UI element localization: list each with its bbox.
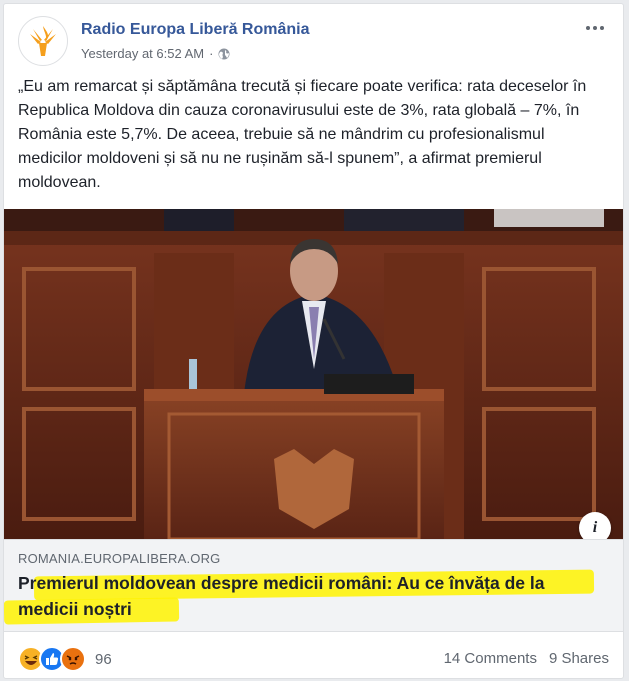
- page-avatar[interactable]: [18, 16, 68, 66]
- info-button[interactable]: i: [579, 512, 611, 539]
- rfe-torch-logo-icon: [30, 26, 56, 56]
- post-stats: 14 Comments 9 Shares: [444, 650, 609, 667]
- post-meta: Yesterday at 6:52 AM ·: [81, 46, 230, 61]
- reaction-count: 96: [95, 650, 112, 668]
- post-footer: 96 14 Comments 9 Shares: [18, 644, 609, 674]
- shares-link[interactable]: 9 Shares: [549, 650, 609, 667]
- comments-link[interactable]: 14 Comments: [444, 650, 537, 667]
- meta-separator: ·: [209, 46, 214, 61]
- more-options-icon[interactable]: [581, 18, 609, 38]
- globe-icon[interactable]: [218, 48, 230, 60]
- link-preview-box[interactable]: ROMANIA.EUROPALIBERA.ORG Premierul moldo…: [4, 539, 623, 632]
- post-timestamp[interactable]: Yesterday at 6:52 AM: [81, 46, 204, 61]
- post-text: „Eu am remarcat și săptămâna trecută și …: [18, 78, 587, 191]
- parliament-podium-photo: [4, 209, 623, 539]
- page-name-link[interactable]: Radio Europa Liberă România: [81, 21, 309, 39]
- link-preview-image[interactable]: i: [4, 209, 623, 539]
- link-domain: ROMANIA.EUROPALIBERA.ORG: [18, 551, 221, 566]
- reactions-summary[interactable]: 96: [18, 646, 112, 672]
- post-card: Radio Europa Liberă România Yesterday at…: [3, 3, 624, 679]
- post-header: Radio Europa Liberă România Yesterday at…: [18, 16, 609, 66]
- angry-icon: [60, 646, 86, 672]
- link-title[interactable]: Premierul moldovean despre medicii român…: [18, 570, 608, 622]
